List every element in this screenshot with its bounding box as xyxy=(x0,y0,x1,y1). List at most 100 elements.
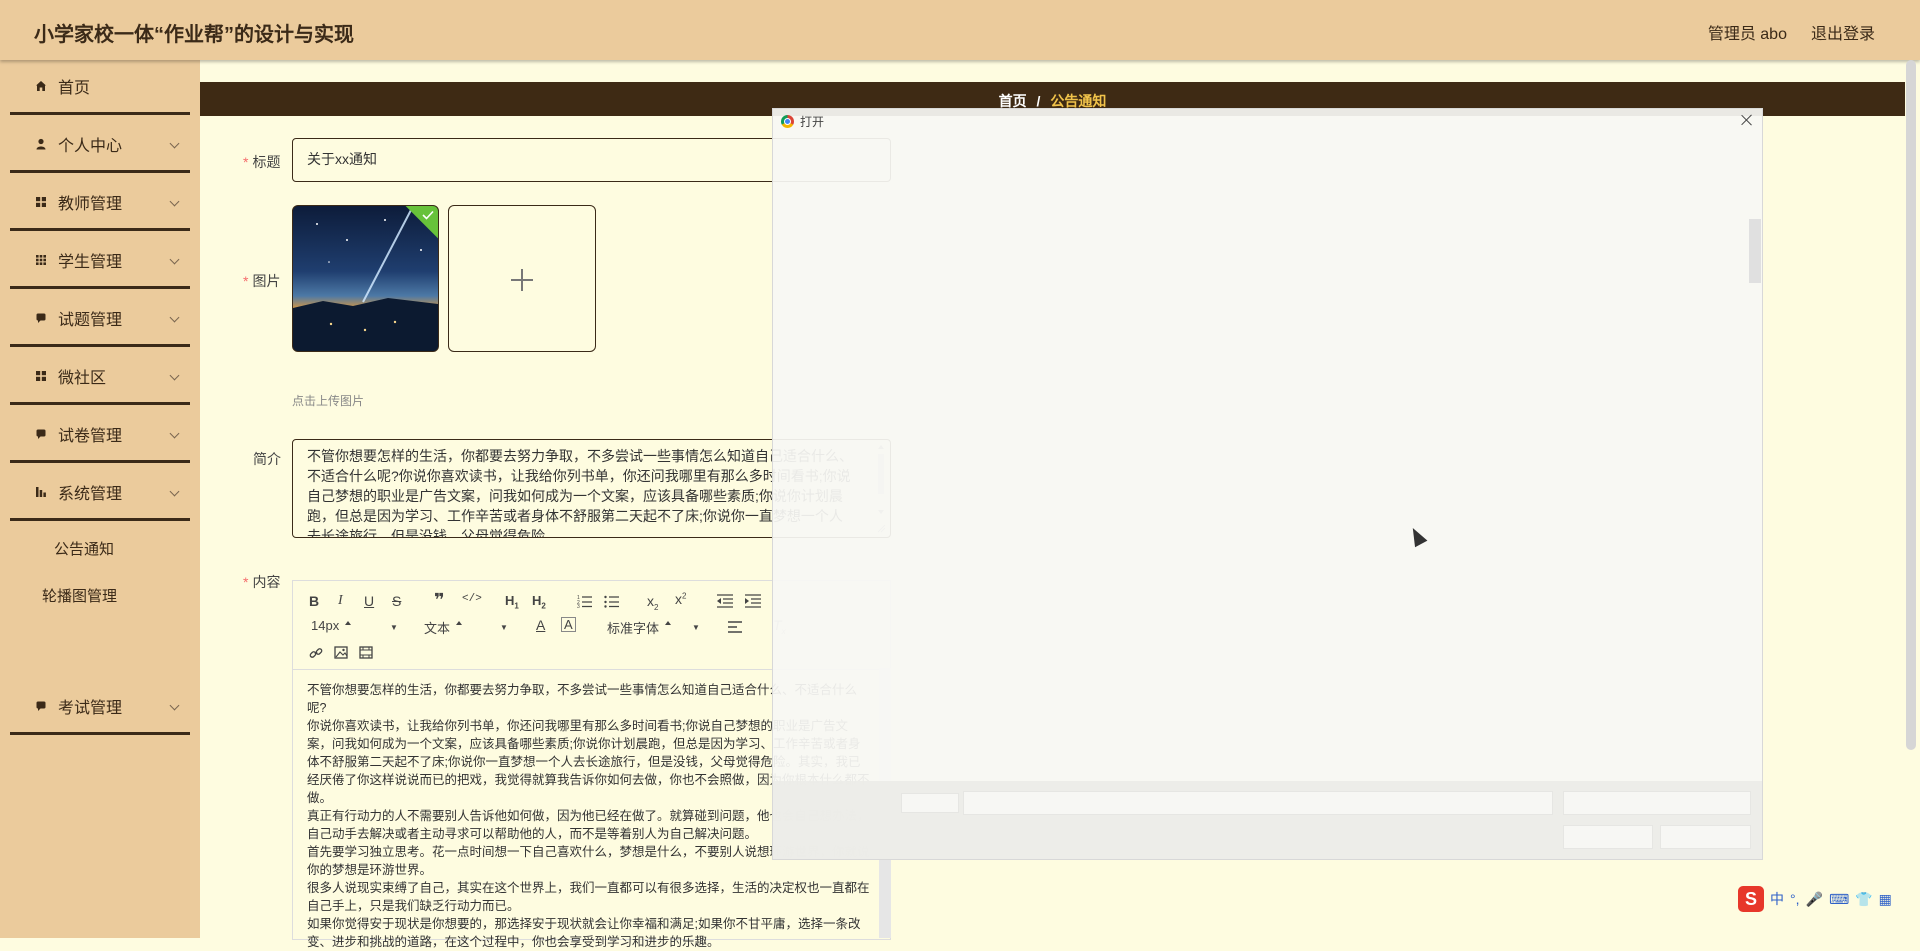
sidebar-item-paper-management[interactable]: 试卷管理 xyxy=(10,408,190,463)
breadcrumb-separator: / xyxy=(1036,93,1041,109)
file-name-label-placeholder xyxy=(901,793,959,813)
sidebar-item-label: 教师管理 xyxy=(58,196,123,213)
image-icon[interactable] xyxy=(334,646,348,659)
chevron-down-icon xyxy=(169,254,180,265)
chevron-down-icon xyxy=(169,370,180,381)
chevron-down-icon: ▼ xyxy=(692,623,700,632)
chat-icon xyxy=(34,311,48,325)
sidebar-item-personal-center[interactable]: 个人中心 xyxy=(10,118,190,173)
sidebar-subitem-notice[interactable]: 公告通知 xyxy=(54,538,114,559)
skin-icon[interactable]: 👕 xyxy=(1855,891,1872,908)
italic-icon[interactable]: I xyxy=(338,593,343,609)
ime-mode-chinese[interactable]: 中 xyxy=(1770,889,1784,909)
header2-icon[interactable]: H2 xyxy=(532,593,546,611)
ime-toolbar: S 中 °, 🎤 ⌨ 👕 ▦ xyxy=(1738,884,1918,914)
add-image-button[interactable] xyxy=(448,205,596,352)
sidebar-item-label: 首页 xyxy=(58,80,91,97)
bullet-list-icon[interactable] xyxy=(604,594,620,608)
sidebar-item-exam-management[interactable]: 考试管理 xyxy=(10,680,190,735)
blockquote-icon[interactable]: ❞ xyxy=(434,590,445,611)
align-left-icon[interactable] xyxy=(728,621,742,633)
toolbox-icon[interactable]: ▦ xyxy=(1879,891,1892,908)
sidebar-item-label: 考试管理 xyxy=(58,700,123,717)
dialog-footer xyxy=(773,781,1762,859)
breadcrumb-home[interactable]: 首页 xyxy=(999,93,1027,109)
dialog-scrollbar[interactable] xyxy=(1749,219,1761,283)
sidebar-item-label: 试题管理 xyxy=(58,312,123,329)
content-label: * 内容 xyxy=(243,574,281,590)
font-color-icon[interactable]: A xyxy=(536,617,545,633)
chevron-down-icon: ▼ xyxy=(390,623,398,632)
editor-paragraph: 如果你觉得安于现状是你想要的，那选择安于现状就会让你幸福和满足;如果你不甘平庸，… xyxy=(307,917,861,949)
strikethrough-icon[interactable]: S xyxy=(392,593,401,609)
chevron-down-icon xyxy=(169,486,180,497)
sidebar: 首页 个人中心 教师管理 学生管理 试题管理 微社区 试卷管理 系统管理 公告通… xyxy=(0,60,200,938)
ordered-list-icon[interactable]: 123 xyxy=(577,594,593,608)
underline-icon[interactable]: U xyxy=(364,593,374,609)
outdent-icon[interactable] xyxy=(717,594,733,608)
sidebar-item-label: 学生管理 xyxy=(58,254,123,271)
font-size-select[interactable]: 14px xyxy=(311,618,352,633)
top-right-actions: 管理员 abo 退出登录 xyxy=(1708,20,1875,44)
indent-icon[interactable] xyxy=(745,594,761,608)
sidebar-item-label: 个人中心 xyxy=(58,138,123,155)
logout-button[interactable]: 退出登录 xyxy=(1811,20,1875,44)
chevron-down-icon xyxy=(169,428,180,439)
open-button[interactable] xyxy=(1563,825,1653,849)
keyboard-icon[interactable]: ⌨ xyxy=(1829,891,1849,908)
sogou-ime-icon[interactable]: S xyxy=(1738,886,1764,912)
close-icon[interactable] xyxy=(1740,113,1754,127)
dialog-title: 打开 xyxy=(781,113,824,130)
uploaded-image-thumbnail[interactable] xyxy=(292,205,439,352)
superscript-icon[interactable]: x2 xyxy=(675,591,686,607)
sidebar-item-label: 系统管理 xyxy=(58,486,123,503)
grid-icon xyxy=(34,369,48,383)
subscript-icon[interactable]: x2 xyxy=(647,593,658,612)
chart-icon xyxy=(34,485,48,499)
microphone-icon[interactable]: 🎤 xyxy=(1806,891,1823,908)
file-type-select[interactable] xyxy=(1563,791,1751,815)
sidebar-item-system-management[interactable]: 系统管理 xyxy=(10,466,190,521)
cancel-button[interactable] xyxy=(1660,825,1751,849)
code-block-icon[interactable]: </> xyxy=(462,593,482,605)
header1-icon[interactable]: H1 xyxy=(505,593,519,611)
summary-label: 简介 xyxy=(253,451,281,467)
sidebar-item-home[interactable]: 首页 xyxy=(10,60,190,115)
home-icon xyxy=(34,79,48,93)
punctuation-icon[interactable]: °, xyxy=(1790,891,1800,907)
page-scrollbar[interactable] xyxy=(1906,60,1916,750)
sidebar-item-teacher-management[interactable]: 教师管理 xyxy=(10,176,190,231)
sidebar-subitem-carousel[interactable]: 轮播图管理 xyxy=(42,585,117,606)
editor-paragraph: 很多人说现实束缚了自己，其实在这个世界上，我们一直都可以有很多选择，生活的决定权… xyxy=(307,881,870,913)
sidebar-item-label: 微社区 xyxy=(58,370,107,387)
chat-icon xyxy=(34,427,48,441)
video-icon[interactable] xyxy=(359,646,373,659)
chevron-down-icon xyxy=(169,312,180,323)
background-color-icon[interactable]: A xyxy=(561,617,576,632)
required-mark: * xyxy=(243,154,249,170)
required-mark: * xyxy=(243,273,249,289)
font-family-select[interactable]: 标准字体 xyxy=(607,618,672,637)
file-name-input[interactable] xyxy=(963,791,1553,815)
top-bar: 小学家校一体“作业帮”的设计与实现 管理员 abo 退出登录 xyxy=(0,0,1920,60)
sidebar-item-micro-community[interactable]: 微社区 xyxy=(10,350,190,405)
chevron-down-icon xyxy=(169,700,180,711)
chevron-down-icon: ▼ xyxy=(500,623,508,632)
open-file-dialog: 打开 xyxy=(772,108,1763,860)
bold-icon[interactable]: B xyxy=(309,593,319,609)
chevron-down-icon xyxy=(169,138,180,149)
sidebar-item-label: 试卷管理 xyxy=(58,428,123,445)
breadcrumb-current: 公告通知 xyxy=(1050,93,1107,109)
user-name[interactable]: 管理员 abo xyxy=(1708,20,1787,44)
sidebar-item-student-management[interactable]: 学生管理 xyxy=(10,234,190,289)
block-type-select[interactable]: 文本 xyxy=(424,618,463,637)
required-mark: * xyxy=(243,574,249,590)
image-label: * 图片 xyxy=(243,273,281,289)
grid-icon xyxy=(34,195,48,209)
chrome-icon xyxy=(781,115,794,128)
chat-icon xyxy=(34,699,48,713)
app-title: 小学家校一体“作业帮”的设计与实现 xyxy=(34,24,354,46)
sidebar-item-question-management[interactable]: 试题管理 xyxy=(10,292,190,347)
link-icon[interactable] xyxy=(309,646,323,660)
upload-tip: 点击上传图片 xyxy=(292,394,365,408)
